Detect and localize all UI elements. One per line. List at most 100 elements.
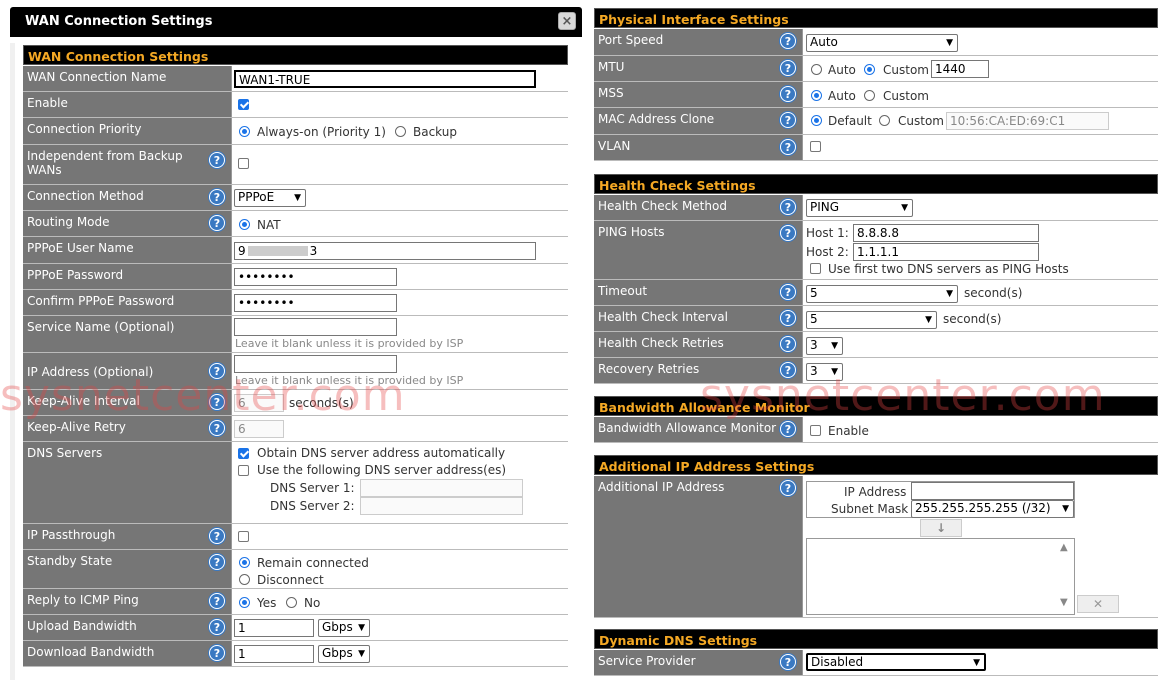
- help-icon[interactable]: ?: [209, 215, 225, 231]
- routing-nat-radio[interactable]: [239, 219, 250, 230]
- mac-default-radio[interactable]: [811, 115, 822, 126]
- mtu-auto-radio[interactable]: [811, 64, 822, 75]
- bam-enable-checkbox[interactable]: [810, 425, 821, 436]
- mss-auto-label: Auto: [828, 89, 856, 103]
- help-icon[interactable]: ?: [780, 33, 796, 49]
- help-icon[interactable]: ?: [780, 60, 796, 76]
- help-icon[interactable]: ?: [780, 310, 796, 326]
- retries-select[interactable]: 3 ▼: [806, 337, 843, 355]
- download-input[interactable]: 1: [234, 645, 314, 663]
- label-timeout: Timeout: [598, 284, 648, 298]
- chevron-down-icon: ▼: [831, 341, 838, 351]
- help-icon[interactable]: ?: [780, 86, 796, 102]
- label-upload: Upload Bandwidth: [27, 619, 137, 633]
- service-name-input[interactable]: [234, 318, 397, 336]
- help-icon[interactable]: ?: [209, 593, 225, 609]
- dns1-input[interactable]: [360, 479, 523, 497]
- health-method-select[interactable]: PING ▼: [806, 199, 913, 217]
- help-icon[interactable]: ?: [209, 645, 225, 661]
- mtu-auto-label: Auto: [828, 63, 856, 77]
- interval-unit: second(s): [943, 312, 1002, 326]
- mss-auto-radio[interactable]: [811, 90, 822, 101]
- upload-unit-select[interactable]: Gbps ▼: [318, 619, 370, 637]
- label-icmp: Reply to ICMP Ping: [27, 593, 139, 607]
- host2-input[interactable]: 1.1.1.1: [853, 243, 1039, 261]
- icmp-yes-radio[interactable]: [239, 597, 250, 608]
- help-icon[interactable]: ?: [209, 528, 225, 544]
- scroll-up-icon[interactable]: ▲: [1060, 542, 1068, 553]
- row-service-name: Service Name (Optional) Leave it blank u…: [23, 316, 568, 353]
- upload-input[interactable]: 1: [234, 619, 314, 637]
- addip-mask-select[interactable]: 255.255.255.255 (/32) ▼: [911, 500, 1074, 518]
- close-icon[interactable]: ×: [558, 12, 576, 30]
- dns2-input[interactable]: [360, 497, 523, 515]
- help-icon[interactable]: ?: [780, 284, 796, 300]
- pppoe-user-input[interactable]: 93: [234, 242, 536, 260]
- mac-default-label: Default: [828, 114, 872, 128]
- help-icon[interactable]: ?: [780, 421, 796, 437]
- chevron-down-icon: ▼: [925, 315, 932, 325]
- priority-always-on-label: Always-on (Priority 1): [257, 125, 386, 139]
- label-method: Connection Method: [27, 189, 144, 203]
- addip-ip-input[interactable]: [911, 482, 1074, 500]
- keepalive-retry-input[interactable]: 6: [234, 420, 284, 438]
- dns-manual-checkbox[interactable]: [238, 465, 249, 476]
- host1-input[interactable]: 8.8.8.8: [853, 224, 1039, 242]
- label-bam: Bandwidth Allowance Monitor: [598, 421, 777, 435]
- help-icon[interactable]: ?: [209, 152, 225, 168]
- pppoe-password-input[interactable]: ••••••••: [234, 268, 397, 286]
- priority-backup-radio[interactable]: [395, 126, 406, 137]
- dns-auto-checkbox[interactable]: [238, 448, 249, 459]
- help-icon[interactable]: ?: [780, 336, 796, 352]
- mss-custom-radio[interactable]: [864, 90, 875, 101]
- ip-list-box[interactable]: [806, 538, 1075, 615]
- mac-input[interactable]: 10:56:CA:ED:69:C1: [946, 112, 1109, 130]
- confirm-password-input[interactable]: ••••••••: [234, 294, 397, 312]
- standby-disconnect-radio[interactable]: [239, 574, 250, 585]
- label-mac-cell: MAC Address Clone?: [594, 108, 802, 134]
- timeout-select[interactable]: 5 ▼: [806, 285, 958, 303]
- priority-always-on-radio[interactable]: [239, 126, 250, 137]
- dns-auto-label: Obtain DNS server address automatically: [257, 446, 506, 460]
- passthrough-checkbox[interactable]: [238, 531, 249, 542]
- row-ddns-provider: Service Provider? Disabled ▼: [594, 650, 1158, 676]
- ddns-provider-select[interactable]: Disabled ▼: [806, 653, 986, 671]
- timeout-unit: second(s): [964, 286, 1023, 300]
- download-unit-select[interactable]: Gbps ▼: [318, 645, 370, 663]
- interval-select[interactable]: 5 ▼: [806, 311, 937, 329]
- help-icon[interactable]: ?: [780, 480, 796, 496]
- help-icon[interactable]: ?: [209, 554, 225, 570]
- scroll-down-icon[interactable]: ▼: [1060, 597, 1068, 608]
- label-mss: MSS: [598, 86, 624, 100]
- icmp-no-radio[interactable]: [286, 597, 297, 608]
- redacted-block: [247, 246, 308, 256]
- vlan-checkbox[interactable]: [810, 141, 821, 152]
- standby-remain-radio[interactable]: [239, 557, 250, 568]
- mtu-input[interactable]: 1440: [931, 60, 989, 78]
- mss-custom-label: Custom: [883, 89, 929, 103]
- label-vlan-cell: VLAN?: [594, 135, 802, 160]
- row-mss: MSS? Auto Custom: [594, 82, 1158, 108]
- chevron-down-icon: ▼: [946, 38, 953, 48]
- section-header-wan: WAN Connection Settings: [23, 45, 568, 65]
- mac-custom-radio[interactable]: [879, 115, 890, 126]
- help-icon[interactable]: ?: [780, 112, 796, 128]
- enable-checkbox[interactable]: [238, 99, 249, 110]
- wan-name-input[interactable]: WAN1-TRUE: [234, 70, 536, 88]
- row-wan-name: WAN Connection Name WAN1-TRUE: [23, 66, 568, 92]
- help-icon[interactable]: ?: [780, 654, 796, 670]
- arrow-down-icon[interactable]: ↓: [920, 519, 962, 537]
- label-ping-hosts-cell: PING Hosts?: [594, 221, 802, 279]
- help-icon[interactable]: ?: [209, 420, 225, 436]
- remove-icon[interactable]: ✕: [1077, 595, 1119, 613]
- independent-checkbox[interactable]: [238, 158, 249, 169]
- help-icon[interactable]: ?: [780, 199, 796, 215]
- help-icon[interactable]: ?: [780, 139, 796, 155]
- help-icon[interactable]: ?: [209, 189, 225, 205]
- port-speed-select[interactable]: Auto ▼: [806, 34, 958, 52]
- help-icon[interactable]: ?: [780, 225, 796, 241]
- mtu-custom-radio[interactable]: [864, 64, 875, 75]
- help-icon[interactable]: ?: [209, 619, 225, 635]
- use-dns-hosts-checkbox[interactable]: [810, 263, 821, 274]
- method-select[interactable]: PPPoE ▼: [234, 189, 306, 207]
